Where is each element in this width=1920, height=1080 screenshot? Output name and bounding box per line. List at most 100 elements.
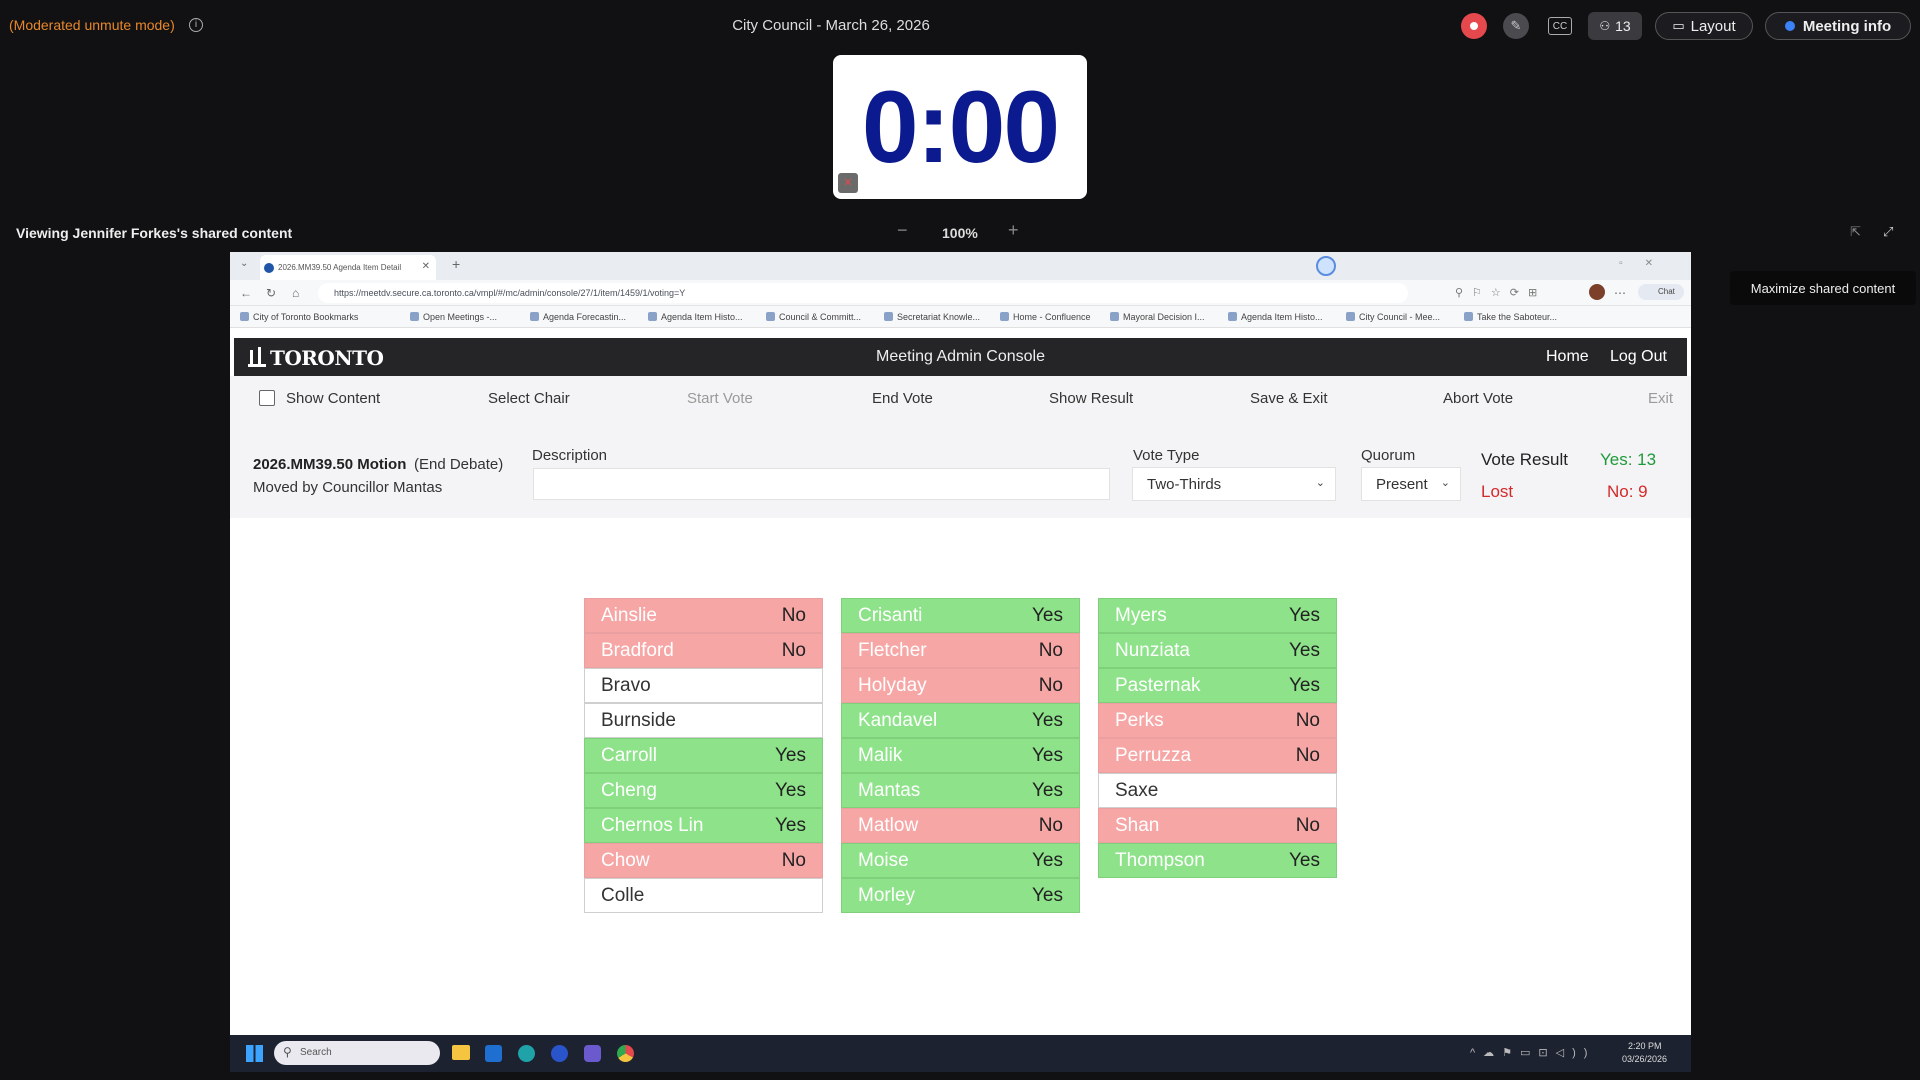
home-icon[interactable]: ⌂ [292, 286, 299, 300]
browser-toolbar-icons[interactable]: ⚲⚐☆⟳⊞ [1455, 286, 1546, 299]
councillor-vote-row: Mantas Yes [841, 773, 1080, 808]
councillor-vote-row: Shan No [1098, 808, 1337, 843]
councillor-vote-row: Perruzza No [1098, 738, 1337, 773]
edge-icon[interactable] [518, 1045, 535, 1062]
windows-taskbar: ⚲ Search ^☁⚑▭⊡◁)) 2:20 PM 03/26/2026 [230, 1035, 1691, 1072]
councillor-name: Colle [601, 884, 645, 906]
system-tray-icons[interactable]: ^☁⚑▭⊡◁)) [1470, 1046, 1595, 1059]
meeting-info-icon [1784, 21, 1795, 31]
councillor-vote-row: Moise Yes [841, 843, 1080, 878]
councillor-vote: No [1038, 639, 1063, 661]
councillor-name: Ainslie [601, 604, 657, 626]
taskbar-search[interactable]: ⚲ Search [274, 1041, 440, 1065]
end-vote-button[interactable]: End Vote [872, 390, 933, 407]
councillor-vote-row: Cheng Yes [584, 773, 823, 808]
bookmark-item[interactable]: Agenda Forecastin... [530, 312, 626, 322]
show-result-button[interactable]: Show Result [1049, 390, 1133, 407]
bookmark-item[interactable]: Secretariat Knowle... [884, 312, 980, 322]
save-exit-button[interactable]: Save & Exit [1250, 390, 1328, 407]
bookmark-item[interactable]: Agenda Item Histo... [648, 312, 743, 322]
councillor-vote-row: Carroll Yes [584, 738, 823, 773]
councillor-vote-row: Crisanti Yes [841, 598, 1080, 633]
councillor-vote: No [1295, 709, 1320, 731]
exit-button[interactable]: Exit [1648, 390, 1673, 407]
more-icon[interactable]: ⋯ [1614, 286, 1626, 300]
bookmark-item[interactable]: City of Toronto Bookmarks [240, 312, 358, 322]
tab-close-icon[interactable]: ✕ [422, 261, 430, 272]
annotate-icon[interactable]: ✎ [1503, 13, 1529, 39]
councillor-vote-row: Bravo [584, 668, 823, 703]
councillor-vote-row: Malik Yes [841, 738, 1080, 773]
councillor-name: Saxe [1115, 779, 1159, 801]
captions-icon[interactable]: CC [1548, 17, 1572, 35]
description-field[interactable] [533, 468, 1110, 500]
bookmark-item[interactable]: Home - Confluence [1000, 312, 1091, 322]
popout-icon[interactable]: ⇱ [1850, 224, 1861, 240]
maximize-icon[interactable]: ⤢ [1883, 224, 1893, 240]
timer-value: 0:00 [861, 70, 1060, 184]
councillor-vote: No [781, 639, 806, 661]
bookmark-item[interactable]: Take the Saboteur... [1464, 312, 1557, 322]
window-controls[interactable]: ▫✕ [1619, 258, 1675, 269]
chrome-icon[interactable] [617, 1045, 634, 1062]
bookmark-item[interactable]: Mayoral Decision I... [1110, 312, 1205, 322]
mic-muted-icon: ✕ [838, 173, 858, 193]
windows-start-icon[interactable] [246, 1045, 263, 1062]
councillor-vote-row: Kandavel Yes [841, 703, 1080, 738]
url-field[interactable]: https://meetdv.secure.ca.toronto.ca/vmpl… [318, 283, 1408, 303]
recording-icon[interactable] [1461, 13, 1487, 39]
zoom-level: 100% [942, 225, 978, 241]
show-content-label[interactable]: Show Content [286, 390, 380, 407]
chat-button[interactable]: Chat [1638, 284, 1684, 300]
webex-icon[interactable] [551, 1045, 568, 1062]
councillor-name: Mantas [858, 779, 921, 801]
councillor-name: Kandavel [858, 709, 938, 731]
bookmark-item[interactable]: City Council - Mee... [1346, 312, 1440, 322]
select-chair-button[interactable]: Select Chair [488, 390, 570, 407]
councillor-vote: Yes [1032, 744, 1063, 766]
councillor-name: Holyday [858, 674, 927, 696]
quorum-select[interactable]: Present ⌄ [1361, 467, 1461, 501]
file-explorer-icon[interactable] [452, 1045, 470, 1060]
maximize-tooltip: Maximize shared content [1730, 271, 1916, 305]
start-vote-button[interactable]: Start Vote [687, 390, 753, 407]
abort-vote-button[interactable]: Abort Vote [1443, 390, 1513, 407]
councillor-vote: No [781, 849, 806, 871]
zoom-in-button[interactable]: + [1008, 220, 1019, 241]
councillor-vote-row: Fletcher No [841, 633, 1080, 668]
zoom-out-button[interactable]: − [897, 220, 908, 241]
meeting-info-button[interactable]: Meeting info [1765, 12, 1911, 40]
new-tab-icon[interactable]: + [452, 256, 460, 272]
bookmark-item[interactable]: Open Meetings -... [410, 312, 497, 322]
motion-panel: 2026.MM39.50 Motion (End Debate) Moved b… [230, 418, 1691, 518]
refresh-icon[interactable]: ↻ [266, 286, 276, 300]
logout-link[interactable]: Log Out [1610, 348, 1667, 366]
teams-icon[interactable] [584, 1045, 601, 1062]
browser-tab[interactable]: 2026.MM39.50 Agenda Item Detail ✕ [260, 255, 436, 280]
tab-list-icon[interactable]: ⌄ [240, 258, 248, 269]
taskbar-search-placeholder: Search [300, 1047, 332, 1058]
councillor-name: Carroll [601, 744, 657, 766]
back-icon[interactable]: ← [240, 286, 252, 300]
profile-avatar[interactable] [1589, 284, 1605, 300]
councillor-vote-row: Chernos Lin Yes [584, 808, 823, 843]
address-bar: ← ↻ ⌂ https://meetdv.secure.ca.toronto.c… [230, 280, 1691, 306]
show-content-checkbox[interactable] [259, 390, 275, 406]
home-link[interactable]: Home [1546, 348, 1589, 366]
url-text: https://meetdv.secure.ca.toronto.ca/vmpl… [334, 288, 686, 298]
vote-type-select[interactable]: Two-Thirds ⌄ [1132, 467, 1336, 501]
motion-id: 2026.MM39.50 Motion [253, 456, 407, 473]
councillor-name: Nunziata [1115, 639, 1190, 661]
councillor-vote: Yes [775, 814, 806, 836]
participants-button[interactable]: ⚇ 13 [1588, 12, 1642, 40]
vote-column-2: Crisanti Yes Fletcher No Holyday No Kandavel Ye… [841, 598, 1080, 913]
councillor-vote: Yes [1289, 849, 1320, 871]
councillor-name: Cheng [601, 779, 657, 801]
bookmark-item[interactable]: Agenda Item Histo... [1228, 312, 1323, 322]
outlook-icon[interactable] [485, 1045, 502, 1062]
copilot-icon[interactable] [1316, 256, 1336, 276]
bookmark-item[interactable]: Council & Committ... [766, 312, 861, 322]
councillor-vote: No [1295, 744, 1320, 766]
motion-type: (End Debate) [414, 456, 504, 473]
layout-button[interactable]: ▭ Layout [1655, 12, 1753, 40]
